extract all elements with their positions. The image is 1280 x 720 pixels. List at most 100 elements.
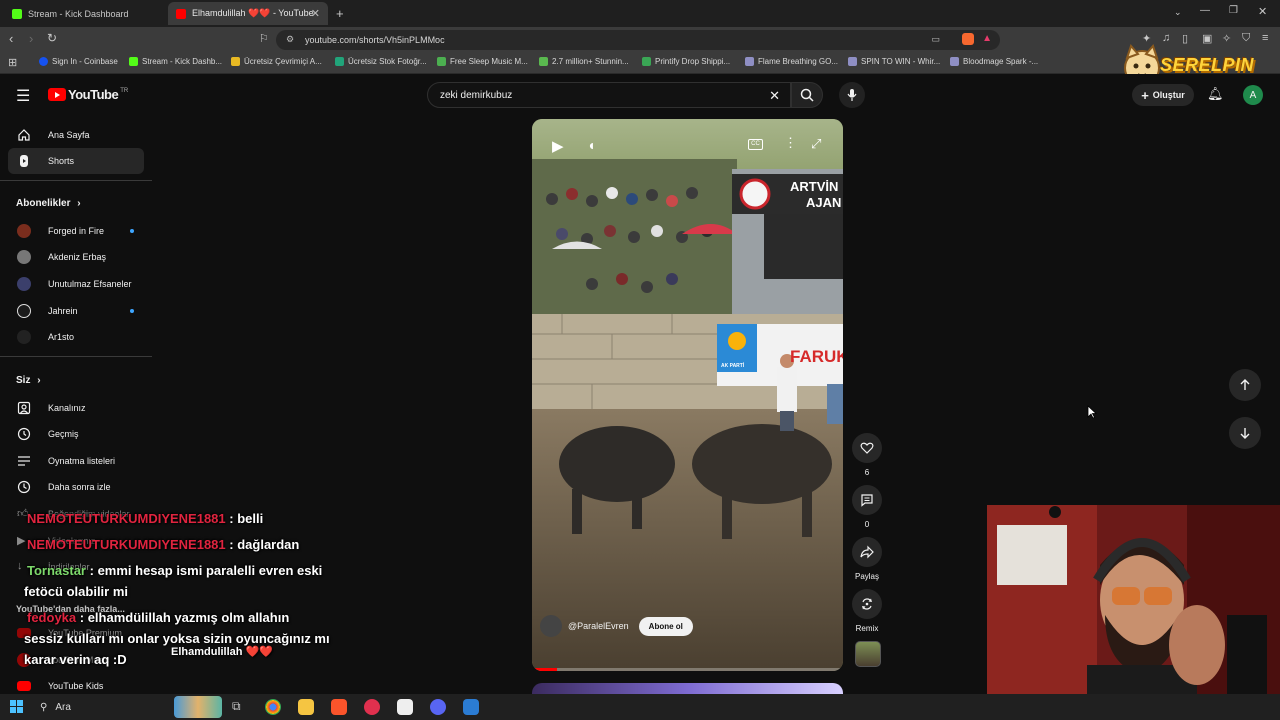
more-options-icon[interactable]: ⋮ [784, 135, 797, 151]
bookmark-bloodmage[interactable]: Bloodmage Spark -... [950, 57, 1038, 66]
subscriptions-heading[interactable]: Abonelikler › [16, 198, 81, 209]
channel-info: @ParalelEvren Abone ol [540, 615, 693, 637]
site-info-icon[interactable]: ⚙ [286, 34, 294, 45]
music-icon[interactable]: ♫ [1162, 32, 1170, 44]
close-window-button[interactable]: ✕ [1258, 5, 1267, 18]
previous-short-button[interactable] [1229, 369, 1261, 401]
reload-icon[interactable]: ↻ [47, 31, 57, 45]
play-icon[interactable]: ▶ [552, 137, 564, 155]
brave-icon[interactable] [331, 699, 347, 715]
chat-message: karar verin aq :D [24, 652, 127, 667]
vpn-icon[interactable]: ⛉ [1242, 32, 1250, 45]
sidebar-item-ar1sto[interactable]: Ar1sto [8, 324, 144, 350]
obs-icon[interactable] [397, 699, 413, 715]
next-short-preview[interactable] [532, 683, 843, 694]
progress-bar[interactable] [532, 668, 843, 671]
hamburger-menu-icon[interactable]: ☰ [16, 86, 30, 106]
sidebar-item-akdeniz-erbas[interactable]: Akdeniz Erbaş [8, 244, 144, 270]
fullscreen-icon[interactable]: ⤢ [811, 136, 821, 152]
minimize-button[interactable]: — [1200, 5, 1210, 16]
remix-label: Remix [855, 624, 879, 633]
like-button[interactable] [852, 433, 882, 463]
channel-handle[interactable]: @ParalelEvren [568, 621, 629, 631]
arrow-up-icon [1240, 379, 1250, 390]
captions-icon[interactable]: CC [748, 139, 763, 150]
youtube-logo[interactable]: YouTube TR [48, 87, 128, 102]
channel-avatar [17, 304, 31, 318]
bookmark-kick[interactable]: Stream - Kick Dashb... [129, 57, 222, 66]
tab-list-icon[interactable]: ⌄ [1174, 7, 1182, 18]
sidebar-item-watch-later[interactable]: Daha sonra izle [8, 474, 144, 500]
bookmark-stunning[interactable]: 2.7 million+ Stunnin... [539, 57, 629, 66]
sidebar-item-label: Ar1sto [48, 332, 75, 342]
task-view-icon[interactable]: ⧉ [232, 699, 248, 715]
chrome-icon[interactable] [265, 699, 281, 715]
tab-title: Stream - Kick Dashboard [28, 8, 129, 19]
banner-party-logo-text: AK PARTİ [721, 363, 745, 369]
sidebar-item-shorts[interactable]: Shorts [8, 148, 144, 174]
channel-avatar[interactable] [540, 615, 562, 637]
close-tab-icon[interactable]: ✕ [311, 7, 320, 20]
remix-button[interactable] [852, 589, 882, 619]
music-site-icon [437, 57, 446, 66]
back-icon[interactable]: ‹ [9, 31, 13, 46]
bookmark-coinbase[interactable]: Sign In - Coinbase [39, 57, 118, 66]
bookmark-stock-photo[interactable]: Ücretsiz Stok Fotoğr... [335, 57, 427, 66]
bookmark-printify[interactable]: Printify Drop Shippi... [642, 57, 730, 66]
address-bar[interactable]: ⚙ youtube.com/shorts/Vh5inPLMMoc ▭ ▲ [276, 30, 1000, 50]
you-title: Siz [16, 375, 31, 386]
brave-rewards-icon[interactable]: ▲ [982, 33, 992, 44]
sidebar-item-playlists[interactable]: Oynatma listeleri [8, 448, 144, 474]
sidebar-item-label: Daha sonra izle [48, 482, 111, 492]
maximize-button[interactable]: ❐ [1229, 5, 1238, 16]
sidebar-item-label: Forged in Fire [48, 226, 105, 236]
new-tab-button[interactable]: + [336, 6, 344, 21]
sidebar-item-history[interactable]: Geçmiş [8, 421, 144, 447]
menu-icon[interactable]: ≡ [1262, 32, 1268, 44]
brave-shield-icon[interactable] [962, 33, 974, 45]
you-heading[interactable]: Siz › [16, 375, 41, 386]
taskbar-search[interactable]: ⚲ Ara [32, 696, 222, 718]
bookmark-spin-to-win[interactable]: SPIN TO WIN - Whir... [848, 57, 940, 66]
volume-icon[interactable]: ◖ [587, 137, 595, 153]
forward-icon[interactable]: › [29, 31, 33, 46]
sidebar-item-jahrein[interactable]: Jahrein [8, 298, 144, 324]
comment-icon [861, 494, 873, 507]
wallet-icon[interactable]: ▣ [1202, 32, 1212, 45]
voice-search-button[interactable] [839, 82, 865, 108]
leo-icon[interactable]: ✧ [1222, 32, 1231, 45]
sidebar-item-your-channel[interactable]: Kanalınız [8, 395, 144, 421]
bookmark-icon[interactable]: ⚐ [259, 32, 269, 45]
sidebar-item-unutulmaz-efsaneler[interactable]: Unutulmaz Efsaneler [8, 271, 144, 297]
tab-kick-dashboard[interactable]: Stream - Kick Dashboard [4, 2, 168, 25]
file-explorer-icon[interactable] [298, 699, 314, 715]
shorts-video-player[interactable]: ARTVİN AJAN FARUK AK PARTİ ▶ ◖ CC ⋮ ⤢ @P… [532, 119, 843, 671]
search-input[interactable]: zeki demirkubuz ✕ [427, 82, 791, 108]
share-button[interactable] [852, 537, 882, 567]
remix-icon [862, 598, 872, 610]
tab-youtube[interactable]: Elhamdulillah ❤️❤️ - YouTube ✕ [168, 2, 328, 25]
comments-button[interactable] [852, 485, 882, 515]
channel-avatar [17, 224, 31, 238]
sound-thumbnail[interactable] [855, 641, 881, 667]
app-icon[interactable] [463, 699, 479, 715]
cast-icon[interactable]: ▭ [931, 34, 940, 45]
media-player-icon[interactable] [364, 699, 380, 715]
sidebar-item-forged-in-fire[interactable]: Forged in Fire [8, 218, 144, 244]
next-short-button[interactable] [1229, 417, 1261, 449]
bookmark-converter[interactable]: Ücretsiz Çevrimiçi A... [231, 57, 322, 66]
bookmark-flame-breathing[interactable]: Flame Breathing GO... [745, 57, 838, 66]
bookmark-sleep-music[interactable]: Free Sleep Music M... [437, 57, 528, 66]
discord-icon[interactable] [430, 699, 446, 715]
subscribe-button[interactable]: Abone ol [638, 616, 693, 636]
search-button[interactable] [791, 82, 823, 108]
apps-icon[interactable]: ⊞ [8, 56, 17, 69]
clear-search-icon[interactable]: ✕ [769, 88, 780, 104]
avatar[interactable]: A [1243, 85, 1263, 105]
windows-start-icon[interactable] [10, 700, 23, 713]
divider [0, 180, 152, 181]
sidebar-item-home[interactable]: Ana Sayfa [8, 122, 144, 148]
sidebar-icon[interactable]: ▯ [1182, 32, 1188, 45]
create-button[interactable]: + Oluştur [1132, 84, 1194, 106]
notifications-bell-icon[interactable]: 🔔︎ [1207, 86, 1224, 102]
